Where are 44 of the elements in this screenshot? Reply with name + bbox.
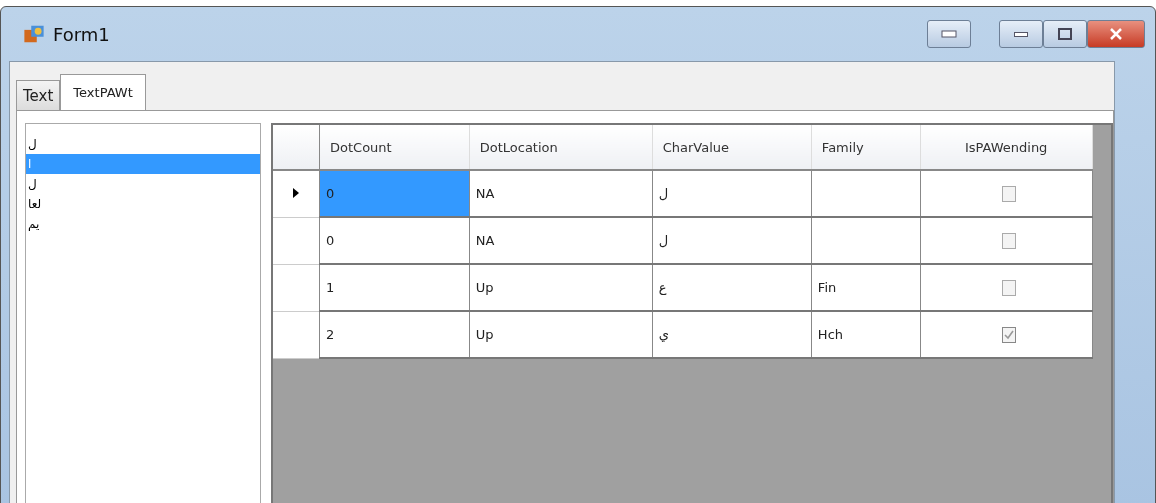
- table-cell: NA: [469, 170, 653, 217]
- bar-icon: [939, 27, 959, 41]
- column-header[interactable]: Family: [811, 125, 921, 170]
- corner-header: [273, 125, 320, 170]
- current-row-icon: [293, 188, 299, 199]
- close-button[interactable]: [1087, 20, 1145, 48]
- minimize-button[interactable]: [999, 20, 1043, 48]
- list-item[interactable]: يم: [26, 214, 260, 234]
- table-cell: ل: [652, 217, 812, 264]
- table-cell: NA: [469, 217, 653, 264]
- column-header[interactable]: DotLocation: [469, 125, 653, 170]
- table-cell: 2: [319, 311, 470, 358]
- list-item[interactable]: ل: [26, 174, 260, 194]
- table-cell: 0: [319, 217, 470, 264]
- app-icon: [23, 23, 45, 45]
- row-header[interactable]: [273, 311, 320, 358]
- table-cell: 0: [319, 170, 470, 217]
- minimize-icon: [1014, 31, 1028, 37]
- row-header[interactable]: [273, 170, 320, 217]
- maximize-icon: [1055, 27, 1075, 41]
- table-cell: Up: [469, 311, 653, 358]
- maximize-button[interactable]: [1043, 20, 1087, 48]
- table-cell: Hch: [811, 311, 921, 358]
- column-header[interactable]: CharValue: [652, 125, 812, 170]
- checkbox[interactable]: [1002, 232, 1017, 249]
- tab[interactable]: TextPAWt: [60, 74, 146, 110]
- column-header[interactable]: IsPAWending: [920, 125, 1093, 170]
- table-cell: Up: [469, 264, 653, 311]
- table-cell: Fin: [811, 264, 921, 311]
- column-header[interactable]: DotCount: [319, 125, 470, 170]
- table-cell: ل: [652, 170, 812, 217]
- checkbox[interactable]: [1002, 279, 1017, 296]
- row-header[interactable]: [273, 217, 320, 264]
- table-cell: ع: [652, 264, 812, 311]
- list-item[interactable]: لعا: [26, 194, 260, 214]
- table-cell: ي: [652, 311, 812, 358]
- tab[interactable]: Text: [16, 80, 61, 110]
- list-item[interactable]: ل: [26, 134, 260, 154]
- window-button[interactable]: [927, 20, 971, 48]
- row-header[interactable]: [273, 264, 320, 311]
- checkbox[interactable]: [1002, 326, 1017, 343]
- checkbox[interactable]: [1002, 185, 1017, 202]
- window-title: Form1: [53, 23, 110, 45]
- table-cell: 1: [319, 264, 470, 311]
